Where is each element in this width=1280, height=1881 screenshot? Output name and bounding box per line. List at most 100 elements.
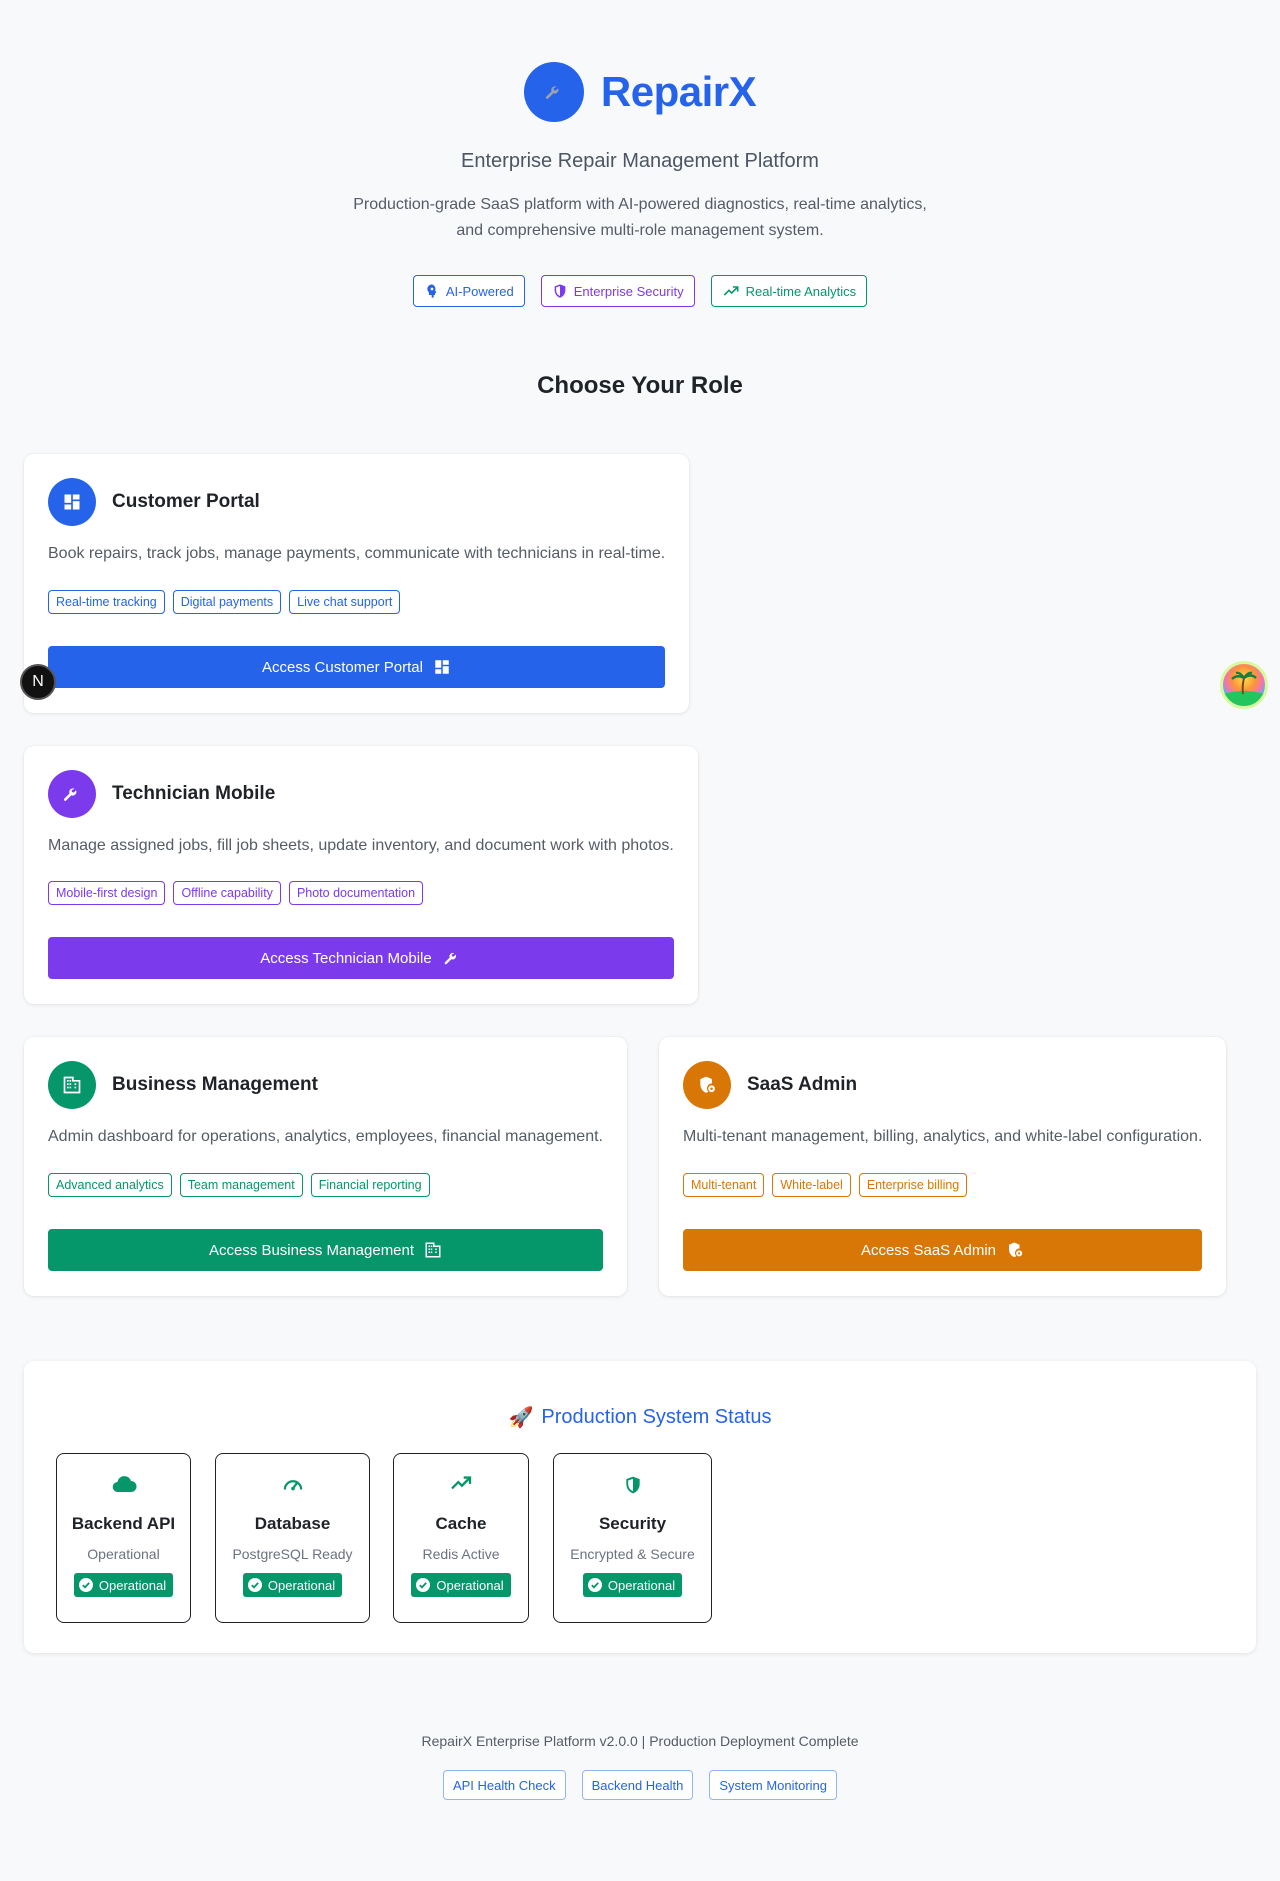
status-badge: Operational (73, 1573, 174, 1597)
feature-chip: Enterprise billing (858, 1173, 968, 1197)
status-badge: Operational (582, 1573, 683, 1597)
feature-chips: Multi-tenant White-label Enterprise bill… (683, 1173, 968, 1197)
feature-chip: Photo documentation (288, 881, 424, 905)
system-monitoring-link[interactable]: System Monitoring (709, 1770, 838, 1800)
card-description: Admin dashboard for operations, analytic… (48, 1128, 603, 1145)
card-description: Manage assigned jobs, fill job sheets, u… (48, 837, 674, 854)
feature-chip: Real-time tracking (48, 590, 165, 614)
status-badge-label: Operational (267, 1577, 336, 1593)
footer-links: API Health Check Backend Health System M… (0, 1770, 1280, 1800)
feature-chip: Team management (179, 1173, 303, 1197)
access-technician-mobile-button[interactable]: Access Technician Mobile (48, 937, 674, 979)
feature-chips: Mobile-first design Offline capability P… (48, 881, 424, 905)
status-title: 🚀 Production System Status (24, 1405, 1256, 1430)
dashboard-icon (48, 478, 96, 526)
status-tile-security: Security Encrypted & Secure Operational (553, 1453, 712, 1623)
section-title: Choose Your Role (537, 372, 743, 399)
button-label: Access Technician Mobile (260, 949, 432, 967)
role-card-business-management: Business Management Admin dashboard for … (24, 1037, 627, 1296)
feature-chip: Mobile-first design (48, 881, 166, 905)
wrench-logo-icon (523, 62, 584, 122)
status-badge: Operational (242, 1573, 343, 1597)
status-detail: PostgreSQL Ready (232, 1546, 353, 1562)
status-detail: Encrypted & Secure (570, 1546, 695, 1562)
status-tile-database: Database PostgreSQL Ready Operational (215, 1453, 370, 1623)
badge-ai-powered: AI-Powered (412, 275, 525, 307)
assistant-avatar-button[interactable] (1220, 661, 1268, 709)
feature-chips: Real-time tracking Digital payments Live… (48, 590, 401, 614)
status-detail: Redis Active (422, 1546, 500, 1562)
card-description: Multi-tenant management, billing, analyt… (683, 1128, 1203, 1145)
status-badge: Operational (411, 1573, 511, 1597)
shield-icon (625, 1476, 640, 1494)
feature-chip: Financial reporting (310, 1173, 430, 1197)
cloud-icon (112, 1476, 136, 1493)
speedometer-icon (283, 1480, 302, 1491)
trending-up-icon (451, 1476, 472, 1490)
system-status-panel: 🚀 Production System Status Backend API O… (24, 1361, 1256, 1653)
feature-chip: Digital payments (172, 590, 282, 614)
badge-enterprise-security: Enterprise Security (540, 275, 695, 307)
admin-shield-icon (1009, 1242, 1023, 1258)
badge-label: AI-Powered (445, 283, 514, 299)
status-tile-cache: Cache Redis Active Operational (393, 1453, 529, 1623)
status-tile-backend-api: Backend API Operational Operational (56, 1453, 191, 1623)
status-name: Security (598, 1514, 667, 1533)
rocket-icon: 🚀 (508, 1407, 534, 1429)
admin-shield-icon (683, 1061, 731, 1109)
trending-up-icon (723, 286, 739, 296)
status-badge-label: Operational (98, 1577, 167, 1593)
check-circle-icon (78, 1578, 93, 1592)
wrench-icon (444, 952, 456, 965)
card-title: Technician Mobile (112, 783, 276, 804)
status-title-text: Production System Status (541, 1406, 772, 1428)
card-description: Book repairs, track jobs, manage payment… (48, 545, 666, 562)
palm-tree-icon (1223, 671, 1265, 706)
brain-icon (427, 284, 437, 298)
access-customer-portal-button[interactable]: Access Customer Portal (48, 646, 665, 688)
access-business-management-button[interactable]: Access Business Management (48, 1229, 603, 1271)
check-circle-icon (247, 1578, 262, 1592)
brand-description: Production-grade SaaS platform with AI-p… (353, 196, 927, 239)
feature-chip: Live chat support (289, 590, 401, 614)
building-icon (425, 1242, 441, 1258)
brand-header: RepairX (0, 62, 1280, 122)
shield-icon (554, 284, 566, 298)
status-name: Backend API (71, 1514, 176, 1533)
backend-health-link[interactable]: Backend Health (581, 1770, 694, 1800)
dashboard-icon (435, 660, 449, 674)
api-health-check-link[interactable]: API Health Check (442, 1770, 566, 1800)
status-badge-label: Operational (436, 1577, 504, 1593)
feature-chip: Offline capability (173, 881, 281, 905)
status-badge-label: Operational (607, 1577, 676, 1593)
feature-chip: Advanced analytics (48, 1173, 172, 1197)
dev-tools-button[interactable]: N (20, 664, 56, 700)
status-detail: Operational (87, 1546, 160, 1562)
role-card-saas-admin: SaaS Admin Multi-tenant management, bill… (659, 1037, 1226, 1296)
button-label: Access SaaS Admin (860, 1241, 997, 1259)
status-name: Cache (435, 1514, 487, 1533)
card-title: Business Management (112, 1074, 318, 1095)
wrench-icon (48, 770, 96, 818)
feature-chip: White-label (772, 1173, 851, 1197)
access-saas-admin-button[interactable]: Access SaaS Admin (683, 1229, 1202, 1271)
button-label: Access Business Management (208, 1241, 415, 1259)
brand-tagline: Enterprise Repair Management Platform (461, 150, 819, 172)
status-name: Database (254, 1514, 331, 1533)
footer-text: RepairX Enterprise Platform v2.0.0 | Pro… (421, 1733, 859, 1749)
card-title: SaaS Admin (747, 1074, 858, 1095)
check-circle-icon (587, 1578, 602, 1592)
brand-name: RepairX (600, 68, 757, 115)
badge-label: Enterprise Security (573, 283, 684, 299)
feature-chips: Advanced analytics Team management Finan… (48, 1173, 430, 1197)
card-title: Customer Portal (112, 491, 260, 512)
check-circle-icon (416, 1578, 431, 1592)
hero-badges: AI-Powered Enterprise Security Real-time… (0, 275, 1280, 307)
feature-chip: Multi-tenant (683, 1173, 765, 1197)
role-card-technician-mobile: Technician Mobile Manage assigned jobs, … (24, 746, 698, 1004)
badge-realtime-analytics: Real-time Analytics (710, 275, 868, 307)
button-label: Access Customer Portal (262, 658, 423, 676)
role-card-customer-portal: Customer Portal Book repairs, track jobs… (24, 454, 689, 713)
badge-label: Real-time Analytics (745, 283, 857, 299)
dev-tools-label: N (32, 673, 44, 690)
